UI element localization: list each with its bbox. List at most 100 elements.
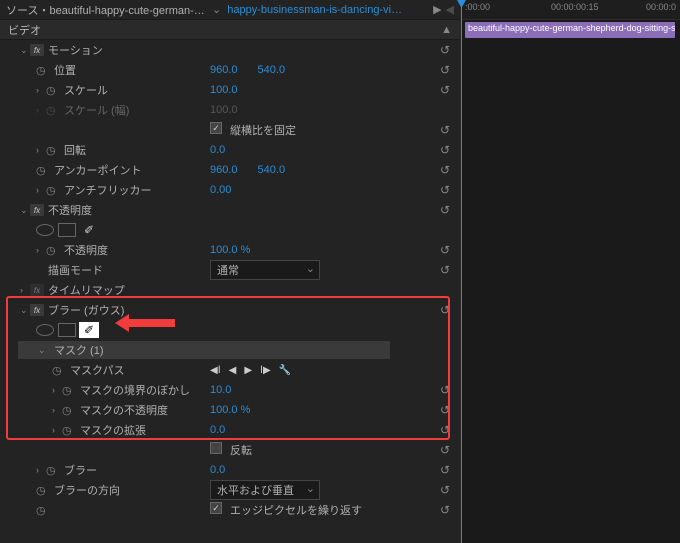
step-back-icon[interactable]: ◀ [229,365,237,376]
scale-label: スケール [64,82,108,98]
reset-button[interactable] [440,443,450,457]
reset-button[interactable] [440,403,450,417]
stopwatch-icon[interactable] [46,244,58,256]
rotation-value[interactable]: 0.0 [210,144,225,156]
timeline-ruler[interactable]: :00:00 00:00:00:15 00:00:0 [461,0,680,20]
opacity-mask-tools: ✐ [0,220,460,240]
reset-button[interactable] [440,263,450,277]
reset-button[interactable] [440,83,450,97]
mask-expansion-value[interactable]: 0.0 [210,424,225,436]
pen-mask-button[interactable]: ✐ [80,223,98,237]
stopwatch-icon[interactable] [46,84,58,96]
playhead[interactable] [461,0,462,543]
chevron-down-icon[interactable] [20,205,30,216]
stopwatch-icon[interactable] [36,164,48,176]
timeline-clip[interactable]: beautiful-happy-cute-german-shepherd-dog… [465,22,675,38]
chevron-right-icon[interactable] [36,185,46,195]
timeremap-effect-row[interactable]: fx タイムリマップ [0,280,460,300]
rect-mask-button[interactable] [58,223,76,237]
stopwatch-icon[interactable] [46,464,58,476]
mask-expansion-row: マスクの拡張 0.0 [0,420,460,440]
anchor-y-value[interactable]: 540.0 [258,164,286,176]
reset-button[interactable] [440,463,450,477]
anchor-x-value[interactable]: 960.0 [210,164,238,176]
scale-w-label: スケール (幅) [64,102,129,118]
reset-button[interactable] [440,203,450,217]
stopwatch-icon[interactable] [62,424,74,436]
chevron-right-icon[interactable] [36,465,46,475]
stopwatch-icon[interactable] [36,64,48,76]
reset-button[interactable] [440,163,450,177]
mask-invert-checkbox[interactable] [210,442,222,454]
step-forward-icon[interactable]: ▶ [244,365,252,376]
mask-feather-value[interactable]: 10.0 [210,384,231,396]
blur-direction-select[interactable]: 水平および垂直 [210,480,320,500]
reset-button[interactable] [440,123,450,137]
stopwatch-icon[interactable] [36,484,48,496]
scale-value[interactable]: 100.0 [210,84,238,96]
wrench-icon[interactable]: 🔧 [279,365,291,376]
reset-button[interactable] [440,483,450,497]
motion-effect-row[interactable]: fx モーション [0,40,460,60]
video-section-header[interactable]: ビデオ ▲ [0,20,460,40]
chevron-right-icon[interactable] [36,245,46,255]
chevron-down-icon[interactable] [38,345,48,356]
mask-tracking-controls: ◀Ⅰ ◀ ▶ Ⅰ▶ 🔧 [210,365,291,376]
position-x-value[interactable]: 960.0 [210,64,238,76]
mask-1-header[interactable]: マスク (1) [18,341,390,359]
opacity-effect-row[interactable]: fx 不透明度 [0,200,460,220]
fx-badge[interactable]: fx [30,44,44,56]
collapse-icon[interactable]: ▲ [441,24,452,36]
stopwatch-icon[interactable] [62,384,74,396]
stopwatch-icon[interactable] [46,184,58,196]
ellipse-mask-button[interactable] [36,224,54,236]
stopwatch-icon[interactable] [62,404,74,416]
reset-button[interactable] [440,143,450,157]
antiflicker-value[interactable]: 0.00 [210,184,231,196]
blur-amount-value[interactable]: 0.0 [210,464,225,476]
mask-opacity-value[interactable]: 100.0 % [210,404,250,416]
opacity-value[interactable]: 100.0 % [210,244,250,256]
track-forward-icon[interactable]: Ⅰ▶ [260,365,271,376]
reset-button[interactable] [440,63,450,77]
sequence-clip-link[interactable]: happy-businessman-is-dancing-victory-da.… [227,4,407,16]
fx-badge[interactable]: fx [30,304,44,316]
reset-button[interactable] [440,503,450,517]
reset-button[interactable] [440,303,450,317]
fx-badge[interactable]: fx [30,204,44,216]
edge-pixels-checkbox[interactable] [210,502,222,514]
uniform-scale-checkbox[interactable] [210,122,222,134]
nav-next-icon[interactable]: ◀ [446,3,454,16]
chevron-down-icon[interactable] [20,45,30,56]
nav-prev-icon[interactable]: ▶ [433,3,441,16]
source-dropdown[interactable]: ⌄ [212,3,221,16]
chevron-right-icon[interactable] [52,385,62,395]
rotation-row: 回転 0.0 [0,140,460,160]
track-back-icon[interactable]: ◀Ⅰ [210,365,221,376]
chevron-right-icon[interactable] [52,425,62,435]
source-clip-label: ソース・beautiful-happy-cute-german-shephe..… [6,2,206,18]
position-y-value[interactable]: 540.0 [258,64,286,76]
rect-mask-button[interactable] [58,323,76,337]
chevron-right-icon[interactable] [36,105,46,115]
chevron-right-icon[interactable] [36,85,46,95]
ellipse-mask-button[interactable] [36,324,54,336]
chevron-right-icon[interactable] [36,145,46,155]
reset-button[interactable] [440,183,450,197]
pen-mask-button[interactable]: ✐ [80,323,98,337]
reset-button[interactable] [440,43,450,57]
stopwatch-icon[interactable] [52,364,64,376]
chevron-down-icon[interactable] [20,305,30,316]
reset-button[interactable] [440,383,450,397]
blend-mode-select[interactable]: 通常 [210,260,320,280]
ruler-tick: :00:00 [465,2,490,12]
chevron-right-icon[interactable] [52,405,62,415]
fx-badge[interactable]: fx [30,284,44,296]
blur-effect-row[interactable]: fx ブラー (ガウス) [0,300,460,320]
stopwatch-icon[interactable] [46,144,58,156]
reset-button[interactable] [440,243,450,257]
mask-invert-row: 反転 [0,440,460,460]
stopwatch-icon[interactable] [36,504,48,516]
chevron-right-icon[interactable] [20,285,30,295]
reset-button[interactable] [440,423,450,437]
